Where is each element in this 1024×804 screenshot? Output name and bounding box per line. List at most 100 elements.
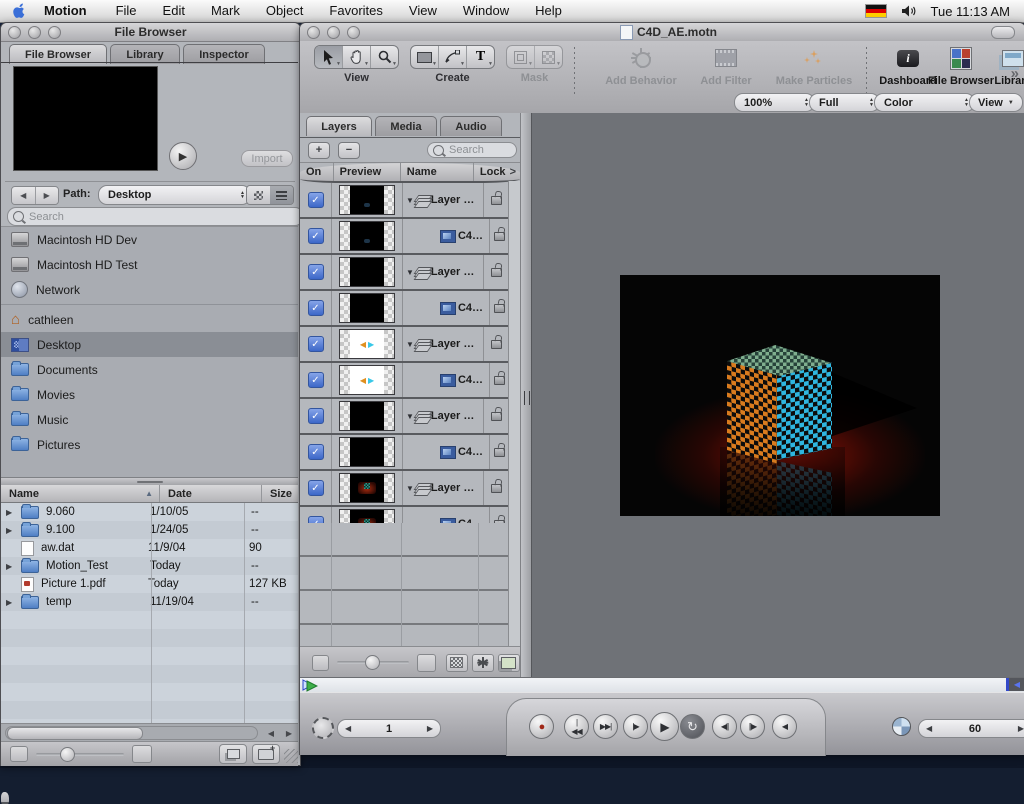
sidebar-item-macintosh-hd-test[interactable]: Macintosh HD Test: [1, 252, 298, 277]
menu-item-window[interactable]: Window: [450, 0, 522, 22]
divider-grab-handle[interactable]: [524, 391, 530, 405]
tool-arrow[interactable]: ▼: [315, 46, 343, 68]
frame-increment-icon[interactable]: ▶: [427, 724, 433, 733]
disclosure-triangle-icon[interactable]: ▼: [406, 340, 414, 349]
sidebar-item-cathleen[interactable]: ⌂cathleen: [1, 307, 298, 332]
sidebar-item-movies[interactable]: Movies: [1, 382, 298, 407]
disclosure-triangle-icon[interactable]: ▼: [406, 268, 414, 277]
scroll-left-icon[interactable]: ◀: [268, 729, 274, 738]
layer-row[interactable]: ✓ ▼Layer …: [300, 255, 508, 291]
disclosure-triangle-icon[interactable]: ▶: [6, 598, 14, 607]
menu-item-edit[interactable]: Edit: [150, 0, 198, 22]
tool-hand[interactable]: ▼: [343, 46, 371, 68]
layer-row[interactable]: ✓ C4…: [300, 435, 508, 471]
layers-search-field[interactable]: [427, 142, 517, 158]
zoom-level-dropdown[interactable]: 100% ▲▼: [734, 93, 815, 112]
icon-view-button[interactable]: [247, 186, 270, 204]
stack-view-button[interactable]: [219, 744, 247, 764]
horizontal-scrollbar[interactable]: ◀▶: [1, 723, 298, 742]
column-on[interactable]: On: [300, 163, 334, 181]
layer-enable-checkbox[interactable]: ✓: [308, 480, 324, 496]
color-dropdown[interactable]: Color ▲▼: [874, 93, 975, 112]
large-row-size-button[interactable]: [417, 654, 435, 672]
layer-enable-checkbox[interactable]: ✓: [308, 444, 324, 460]
transport-play[interactable]: ▶: [650, 712, 679, 741]
column-lock[interactable]: Lock: [474, 163, 506, 181]
menu-clock[interactable]: Tue 11:13 AM: [931, 4, 1011, 19]
motion-titlebar[interactable]: C4D_AE.motn: [300, 23, 1024, 42]
apple-menu-icon[interactable]: [12, 3, 28, 19]
lock-icon[interactable]: [491, 412, 502, 421]
close-button[interactable]: [8, 26, 21, 39]
column-size[interactable]: Size: [262, 485, 298, 502]
layers-search-input[interactable]: [447, 143, 511, 157]
layer-enable-checkbox[interactable]: ✓: [308, 408, 324, 424]
transport-play-from-start[interactable]: |▶: [623, 714, 648, 739]
small-icon-size-button[interactable]: [10, 746, 28, 762]
menu-item-mark[interactable]: Mark: [198, 0, 253, 22]
file-row[interactable]: ▶ 9.060 1/10/05 --: [1, 503, 298, 521]
lock-icon[interactable]: [491, 484, 502, 493]
duration-field[interactable]: ◀ 60 ▶: [918, 719, 1024, 738]
file-row[interactable]: aw.dat 11/9/04 90: [1, 539, 298, 557]
file-row[interactable]: ▶ Motion_Test Today --: [1, 557, 298, 575]
layer-enable-checkbox[interactable]: ✓: [308, 300, 324, 316]
show-transparency-button[interactable]: [446, 654, 468, 672]
large-icon-size-button[interactable]: [132, 745, 152, 763]
file-row[interactable]: ▶ 9.100 1/24/05 --: [1, 521, 298, 539]
zoom-button[interactable]: [347, 26, 360, 39]
column-date[interactable]: Date: [160, 485, 262, 502]
menu-item-help[interactable]: Help: [522, 0, 575, 22]
import-button[interactable]: Import: [241, 150, 293, 167]
transport-audio-mute[interactable]: ◀: [772, 714, 797, 739]
layer-enable-checkbox[interactable]: ✓: [308, 192, 324, 208]
menu-item-favorites[interactable]: Favorites: [316, 0, 395, 22]
layer-row[interactable]: ✓ ◀▶ C4…: [300, 363, 508, 399]
disclosure-triangle-icon[interactable]: ▼: [406, 484, 414, 493]
file-row[interactable]: ▶ temp 11/19/04 --: [1, 593, 298, 611]
duration-decrement-icon[interactable]: ◀: [926, 724, 932, 733]
layer-enable-checkbox[interactable]: ✓: [308, 264, 324, 280]
preview-play-button[interactable]: ▶: [169, 142, 197, 170]
slider-knob[interactable]: [365, 655, 380, 670]
small-row-size-button[interactable]: [312, 655, 329, 671]
sidebar-item-network[interactable]: Network: [1, 277, 298, 302]
column-name[interactable]: Name ▲: [1, 485, 160, 502]
tool-text[interactable]: T ▼: [467, 46, 494, 68]
tab-library[interactable]: Library: [110, 44, 180, 64]
close-button[interactable]: [307, 26, 320, 39]
disclosure-triangle-icon[interactable]: ▶: [6, 508, 14, 517]
tab-media[interactable]: Media: [375, 116, 437, 136]
disclosure-triangle-icon[interactable]: ▼: [406, 196, 414, 205]
lock-icon[interactable]: [491, 196, 502, 205]
layer-enable-checkbox[interactable]: ✓: [308, 372, 324, 388]
scrollbar-thumb[interactable]: [7, 727, 143, 740]
transport-record[interactable]: ●: [529, 714, 554, 739]
toolbar-overflow-chevron[interactable]: »: [1011, 65, 1019, 82]
lock-icon[interactable]: [491, 340, 502, 349]
layer-row[interactable]: ✓ ▼Layer …: [300, 183, 508, 219]
canvas-area[interactable]: [531, 113, 1024, 677]
layer-enable-checkbox[interactable]: ✓: [308, 336, 324, 352]
tool-rectangle[interactable]: ▼: [411, 46, 439, 68]
playhead-marker-icon[interactable]: [302, 679, 318, 692]
input-language-flag-icon[interactable]: [865, 4, 887, 18]
layer-row[interactable]: ✓ ▼Layer …: [300, 399, 508, 435]
volume-icon[interactable]: [901, 4, 917, 18]
tab-inspector[interactable]: Inspector: [183, 44, 265, 64]
transport-step-forward[interactable]: ||▶: [740, 714, 765, 739]
lock-icon[interactable]: [494, 232, 505, 241]
lock-icon[interactable]: [494, 448, 505, 457]
current-frame-field[interactable]: ◀ 1 ▶: [337, 719, 441, 738]
layer-enable-checkbox[interactable]: ✓: [308, 228, 324, 244]
project-canvas[interactable]: [620, 275, 940, 516]
layer-row[interactable]: ✓ ◀▶ ▼Layer …: [300, 327, 508, 363]
sidebar-item-pictures[interactable]: Pictures: [1, 432, 298, 457]
icon-size-slider[interactable]: [36, 753, 124, 756]
disclosure-triangle-icon[interactable]: ▼: [406, 412, 414, 421]
show-panes-button[interactable]: [498, 654, 520, 672]
scroll-right-icon[interactable]: ▶: [286, 729, 292, 738]
tab-file-browser[interactable]: File Browser: [9, 44, 107, 64]
show-behaviors-button[interactable]: [472, 654, 494, 672]
frame-decrement-icon[interactable]: ◀: [345, 724, 351, 733]
